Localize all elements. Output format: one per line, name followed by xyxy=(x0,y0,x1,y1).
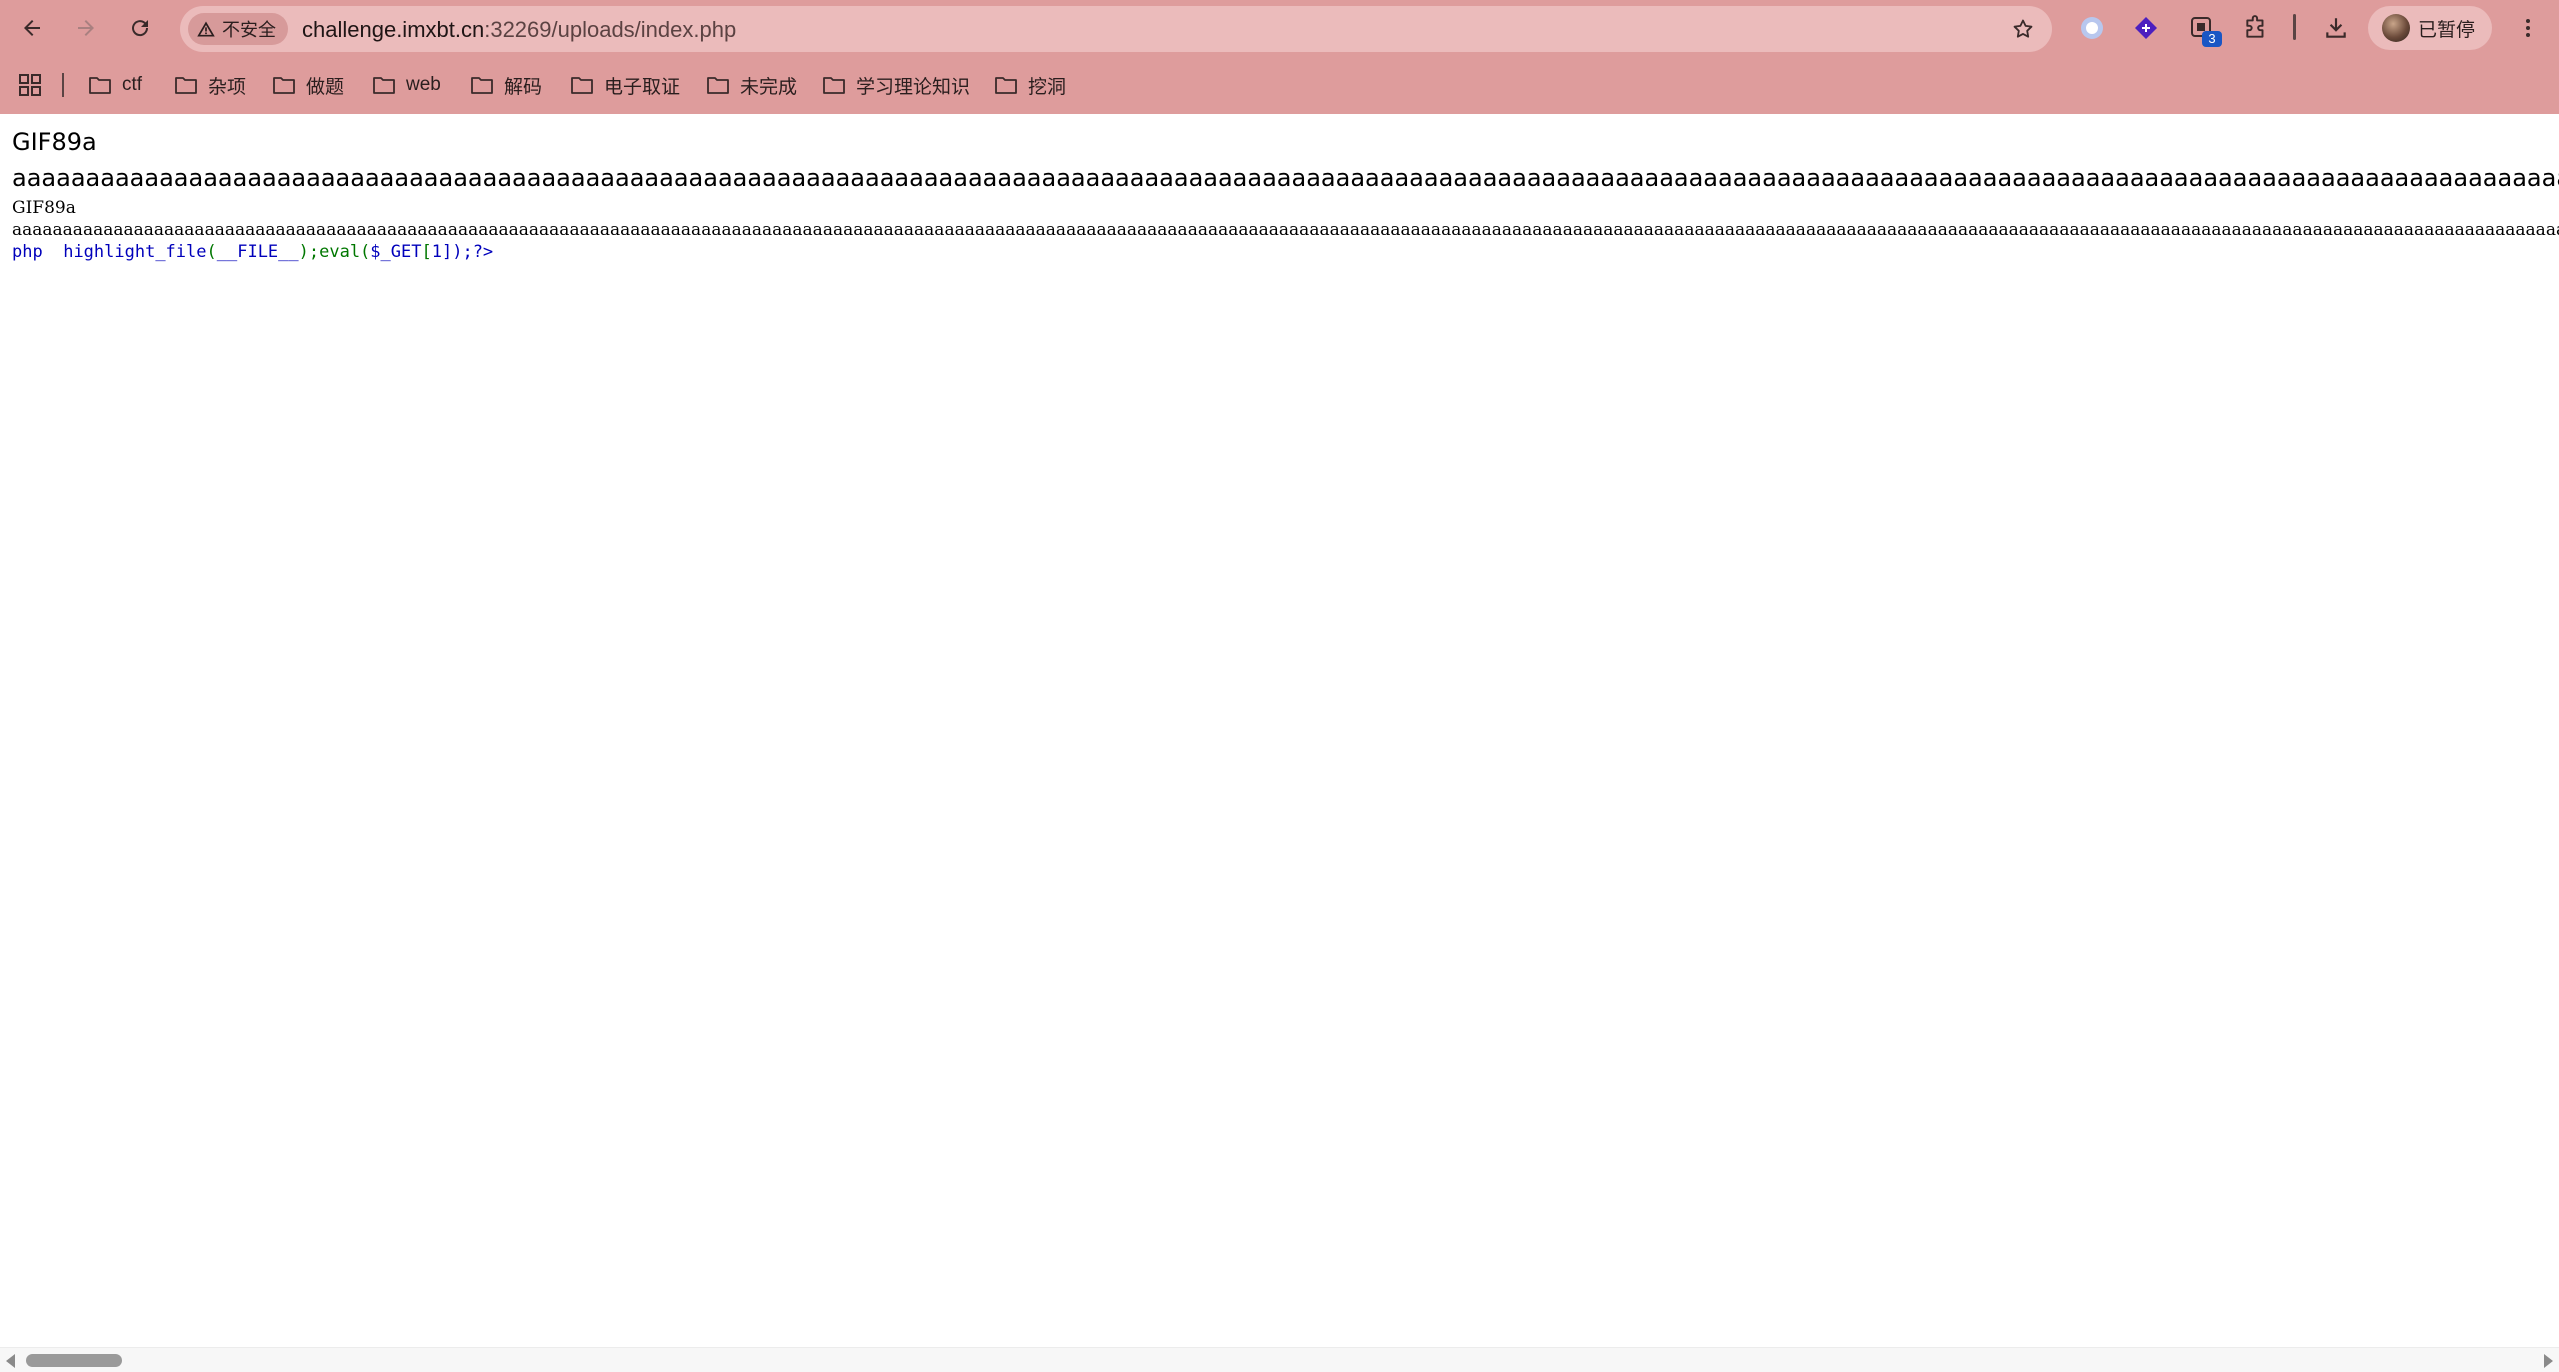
code-token: highlight_file xyxy=(63,242,207,262)
puzzle-icon xyxy=(2246,15,2264,38)
url-path: :32269/uploads/index.php xyxy=(484,17,737,42)
bookmark-folder-bug-hunting[interactable]: 挖洞 xyxy=(994,68,1066,102)
bookmark-star-button[interactable] xyxy=(2008,14,2038,44)
star-icon xyxy=(2013,19,2033,38)
extension-badge-button[interactable]: 3 xyxy=(2186,12,2222,47)
folder-icon xyxy=(471,77,493,94)
address-bar[interactable]: 不安全 challenge.imxbt.cn:32269/uploads/ind… xyxy=(180,6,2052,52)
bookmark-label: 挖洞 xyxy=(1028,76,1067,98)
avatar xyxy=(2382,14,2410,42)
scroll-left-arrow-icon[interactable] xyxy=(6,1354,15,1368)
browser-chrome: 不安全 challenge.imxbt.cn:32269/uploads/ind… xyxy=(0,0,2559,114)
bookmark-label: ctf xyxy=(122,74,143,95)
extension-badge-count: 3 xyxy=(2202,31,2222,47)
padding-text: aaaaaaaaaaaaaaaaaaaaaaaaaaaaaaaaaaaaaaaa… xyxy=(12,164,2559,192)
gif-header-source-text: GIF89a xyxy=(12,198,76,218)
folder-icon xyxy=(995,77,1017,94)
scroll-right-arrow-icon[interactable] xyxy=(2544,1354,2553,1368)
security-indicator[interactable]: 不安全 xyxy=(188,13,288,45)
extensions-menu-button[interactable] xyxy=(2240,12,2272,44)
url-text[interactable]: challenge.imxbt.cn:32269/uploads/index.p… xyxy=(302,17,736,43)
code-token: [ xyxy=(421,242,432,262)
toolbar-separator xyxy=(2293,14,2296,40)
bookmark-label: 未完成 xyxy=(740,76,798,98)
profile-button[interactable]: 已暂停 xyxy=(2368,6,2492,50)
vertical-dots-icon xyxy=(2526,19,2530,37)
bookmark-folder-misc[interactable]: 杂项 xyxy=(174,68,246,102)
diamond-extension-icon xyxy=(2135,17,2157,39)
bookmark-label: 杂项 xyxy=(208,76,247,98)
folder-icon xyxy=(373,77,395,94)
page-content: GIF89a aaaaaaaaaaaaaaaaaaaaaaaaaaaaaaaaa… xyxy=(0,114,2559,1347)
circle-extension-icon xyxy=(2081,17,2103,39)
scrollbar-thumb[interactable] xyxy=(26,1354,122,1367)
bookmark-label: 电子取证 xyxy=(604,76,681,98)
code-token: );eval( xyxy=(298,242,371,262)
bookmarks-separator xyxy=(62,73,64,97)
bookmark-folder-web[interactable]: web xyxy=(372,68,441,102)
bookmark-folder-exercises[interactable]: 做题 xyxy=(272,68,344,102)
back-button[interactable] xyxy=(14,10,50,46)
bookmark-folder-forensics[interactable]: 电子取证 xyxy=(570,68,680,102)
bookmark-label: web xyxy=(406,74,441,95)
download-icon xyxy=(2326,18,2346,38)
folder-icon xyxy=(175,77,197,94)
reload-icon xyxy=(132,20,149,37)
reload-button[interactable] xyxy=(122,10,158,46)
warning-triangle-icon xyxy=(197,21,215,37)
bookmark-label: 学习理论知识 xyxy=(856,76,971,98)
browser-toolbar: 不安全 challenge.imxbt.cn:32269/uploads/ind… xyxy=(0,0,2559,56)
folder-icon xyxy=(823,77,845,94)
extension-circle-button[interactable] xyxy=(2076,12,2108,44)
folder-icon xyxy=(89,77,111,94)
bookmark-folder-theory[interactable]: 学习理论知识 xyxy=(822,68,970,102)
code-token: __FILE__ xyxy=(216,242,299,262)
folder-icon xyxy=(273,77,295,94)
apps-button[interactable] xyxy=(16,71,44,99)
code-token: ]);?> xyxy=(441,242,494,262)
code-token: $_GET xyxy=(370,242,422,262)
code-token: 1 xyxy=(431,242,442,262)
bookmark-folder-decode[interactable]: 解码 xyxy=(470,68,542,102)
padding-source-text: aaaaaaaaaaaaaaaaaaaaaaaaaaaaaaaaaaaaaaaa… xyxy=(12,220,2559,240)
bookmark-folder-unfinished[interactable]: 未完成 xyxy=(706,68,797,102)
bookmarks-bar: ctf 杂项 做题 web 解码 电子取证 未完成 学习理论知识 挖洞 xyxy=(0,64,2559,106)
arrow-left-icon xyxy=(24,20,40,36)
browser-menu-button[interactable] xyxy=(2512,12,2544,44)
folder-icon xyxy=(707,77,729,94)
folder-icon xyxy=(571,77,593,94)
bookmark-folder-ctf[interactable]: ctf xyxy=(88,68,142,102)
highlighted-php-code: php highlight_file(__FILE__);eval($_GET[… xyxy=(12,242,493,262)
bookmark-label: 做题 xyxy=(306,76,345,98)
code-token: php xyxy=(12,242,43,262)
downloads-button[interactable] xyxy=(2320,12,2352,44)
bookmark-label: 解码 xyxy=(504,76,543,98)
apps-grid-icon xyxy=(19,74,41,96)
horizontal-scrollbar[interactable] xyxy=(0,1347,2559,1372)
extension-diamond-button[interactable] xyxy=(2130,12,2162,44)
gif-header-text: GIF89a xyxy=(12,128,97,156)
code-token: ( xyxy=(206,242,217,262)
url-host: challenge.imxbt.cn xyxy=(302,17,485,42)
arrow-right-icon xyxy=(78,20,94,36)
profile-status-label: 已暂停 xyxy=(2418,19,2476,41)
security-label: 不安全 xyxy=(222,20,276,40)
forward-button[interactable] xyxy=(68,10,104,46)
